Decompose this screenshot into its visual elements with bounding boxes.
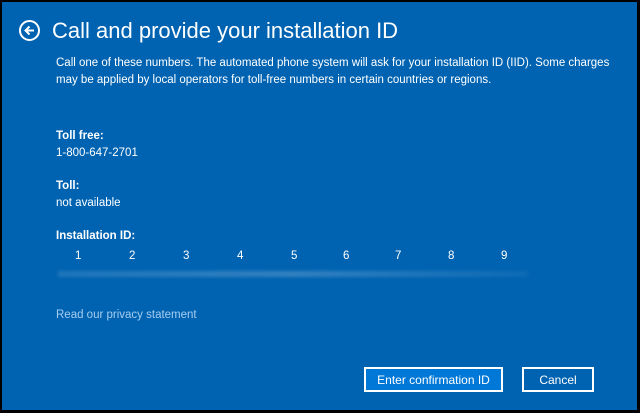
id-column-9: 9 <box>501 250 508 262</box>
toll-free-label: Toll free: <box>56 130 104 142</box>
id-column-4: 4 <box>237 250 244 262</box>
back-button[interactable] <box>19 20 40 41</box>
id-column-8: 8 <box>448 250 455 262</box>
description-text: Call one of these numbers. The automated… <box>56 57 610 86</box>
id-column-6: 6 <box>343 250 350 262</box>
toll-label: Toll: <box>56 180 80 192</box>
obscured-installation-id <box>58 271 528 277</box>
toll-free-number: 1-800-647-2701 <box>56 147 138 159</box>
arrow-left-icon <box>24 25 34 36</box>
toll-value: not available <box>56 197 121 209</box>
privacy-statement-link[interactable]: Read our privacy statement <box>56 309 197 321</box>
installation-id-label: Installation ID: <box>56 230 136 242</box>
cancel-button[interactable]: Cancel <box>522 367 594 392</box>
id-column-1: 1 <box>75 250 82 262</box>
page-title: Call and provide your installation ID <box>52 18 399 43</box>
id-column-5: 5 <box>291 250 298 262</box>
id-column-7: 7 <box>395 250 402 262</box>
activation-dialog: Call and provide your installation ID Ca… <box>2 2 637 410</box>
id-column-3: 3 <box>183 250 190 262</box>
enter-confirmation-id-button[interactable]: Enter confirmation ID <box>364 367 503 392</box>
id-column-2: 2 <box>129 250 136 262</box>
